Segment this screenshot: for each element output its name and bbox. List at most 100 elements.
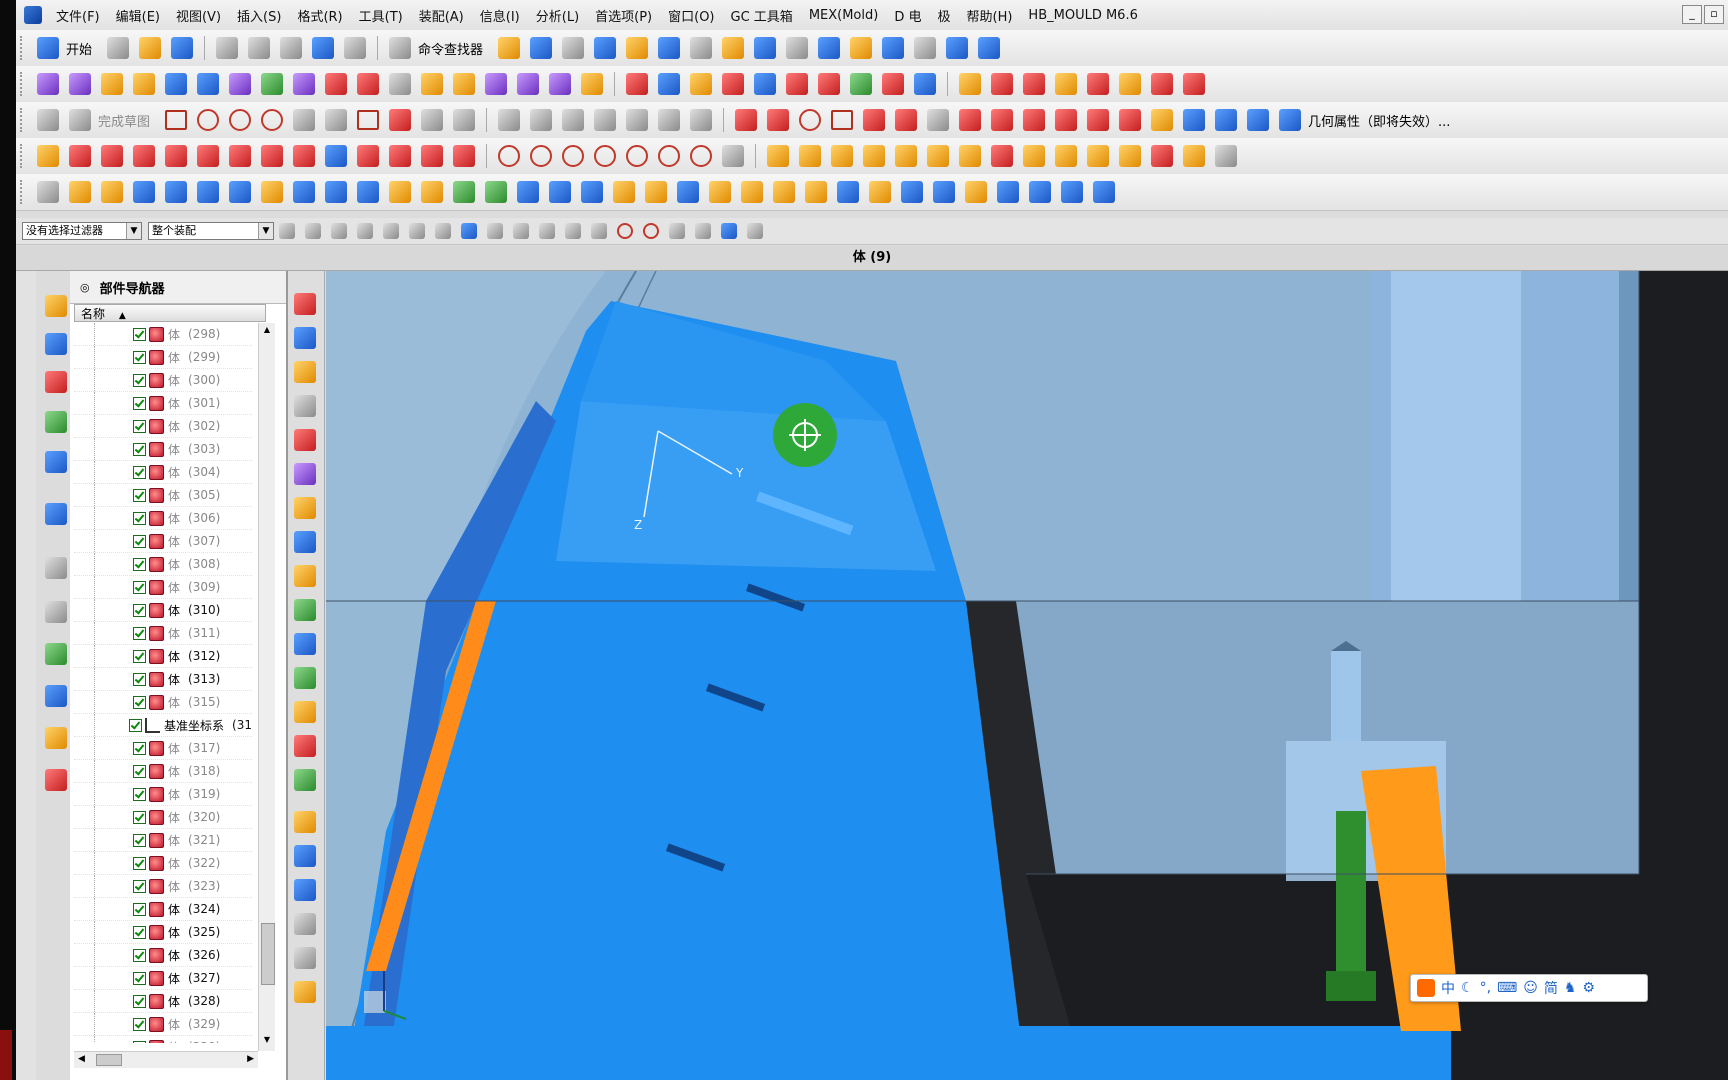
link-icon[interactable] <box>37 145 59 167</box>
ime-toolbar[interactable]: 中 ☾ °, ⌨ ☺ 简 ♞ ⚙ <box>1410 974 1648 1002</box>
component-v-icon[interactable] <box>294 879 316 901</box>
navigator-horizontal-scrollbar[interactable]: ◀ ▶ <box>74 1051 258 1068</box>
tree-row[interactable]: 体 (318) <box>74 760 252 783</box>
folder-v-icon[interactable] <box>294 811 316 833</box>
visibility-checkbox[interactable] <box>133 557 146 571</box>
visibility-checkbox[interactable] <box>133 465 146 479</box>
pocket-v-icon[interactable] <box>294 735 316 757</box>
menu-ji[interactable]: 极 <box>929 6 958 25</box>
bisector-icon[interactable] <box>197 145 219 167</box>
skin-icon[interactable]: ♞ <box>1564 980 1577 996</box>
visibility-checkbox[interactable] <box>133 1017 146 1031</box>
slant-line-icon[interactable] <box>133 145 155 167</box>
assembly-v-icon[interactable] <box>294 845 316 867</box>
toolbar-grip[interactable] <box>20 108 26 132</box>
swept-icon[interactable] <box>453 73 475 95</box>
point-plus-icon[interactable] <box>421 109 444 131</box>
arc-tangent-icon[interactable] <box>389 145 411 167</box>
geometry-props-icon[interactable] <box>1279 109 1302 131</box>
groove-icon[interactable] <box>421 181 443 203</box>
electrode-icon[interactable] <box>69 181 91 203</box>
column-header-name[interactable]: 名称 ▲ <box>74 304 266 322</box>
clipping-icon[interactable] <box>882 37 905 59</box>
sew-icon[interactable] <box>229 73 251 95</box>
tangent-line-icon[interactable] <box>101 145 123 167</box>
ime-chinese-mode[interactable]: 中 <box>1441 978 1455 998</box>
menu-info[interactable]: 信息(I) <box>472 6 528 25</box>
cylinder-icon[interactable] <box>1029 181 1051 203</box>
constraint-navigator-icon[interactable] <box>45 333 67 355</box>
cone-icon[interactable] <box>1061 181 1083 203</box>
curve-edit-icon[interactable] <box>722 145 744 167</box>
hole-icon[interactable] <box>261 181 283 203</box>
snap-line-icon[interactable] <box>539 223 555 239</box>
tree-row[interactable]: 体 (310) <box>74 599 252 622</box>
redo-icon[interactable] <box>344 37 367 59</box>
settings-gear-icon[interactable]: ⚙ <box>1582 980 1595 996</box>
draft-icon[interactable] <box>677 181 699 203</box>
trim-body-icon[interactable] <box>581 181 603 203</box>
tree-row[interactable]: 体 (327) <box>74 967 252 990</box>
scope-dropdown[interactable]: 整个装配 ▼ <box>148 222 274 240</box>
visibility-checkbox[interactable] <box>133 626 146 640</box>
toolbar-grip[interactable] <box>20 72 26 96</box>
assembly-navigator-icon[interactable] <box>45 295 67 317</box>
through-curves-icon[interactable] <box>101 73 123 95</box>
tree-row[interactable]: 体 (308) <box>74 553 252 576</box>
chevron-down-icon[interactable]: ▼ <box>126 223 141 239</box>
optimize-face-icon[interactable] <box>818 73 840 95</box>
rect-corner-icon[interactable] <box>421 145 443 167</box>
tree-row[interactable]: 体 (326) <box>74 944 252 967</box>
tree-row[interactable]: 体 (330) <box>74 1036 252 1043</box>
text-icon[interactable] <box>927 109 950 131</box>
composite-curve-icon[interactable] <box>1119 109 1142 131</box>
tree-row[interactable]: 体 (298) <box>74 323 252 346</box>
chamfer-icon[interactable] <box>325 109 348 131</box>
tree-row[interactable]: 体 (300) <box>74 369 252 392</box>
chevron-down-icon[interactable]: ▼ <box>258 223 273 239</box>
visibility-checkbox[interactable] <box>133 971 146 985</box>
visibility-checkbox[interactable] <box>133 511 146 525</box>
render-style-icon[interactable] <box>786 37 809 59</box>
auto-dimension-icon[interactable] <box>690 109 713 131</box>
curve-bridge-icon[interactable] <box>1055 73 1077 95</box>
select-rule-icon[interactable] <box>331 223 347 239</box>
restore-icon[interactable]: ▫ <box>1704 5 1724 24</box>
ime-logo-icon[interactable] <box>1417 979 1435 997</box>
ruler-v-icon[interactable] <box>294 981 316 1003</box>
navigator-vertical-scrollbar[interactable]: ▲ ▼ <box>258 323 275 1051</box>
offset-curve-icon[interactable] <box>594 109 617 131</box>
tree-row[interactable]: 体 (309) <box>74 576 252 599</box>
fit-view-icon[interactable] <box>754 37 777 59</box>
csys-icon[interactable] <box>626 37 649 59</box>
ejector-pin-icon[interactable] <box>1055 145 1077 167</box>
visibility-checkbox[interactable] <box>133 396 146 410</box>
snap-grid-icon[interactable] <box>747 223 763 239</box>
polygon-icon[interactable] <box>389 109 412 131</box>
system-scenes-icon[interactable] <box>45 769 67 791</box>
stack-v-icon[interactable] <box>294 565 316 587</box>
tree-row[interactable]: 体 (311) <box>74 622 252 645</box>
tree-row[interactable]: 体 (322) <box>74 852 252 875</box>
visibility-checkbox[interactable] <box>133 879 146 893</box>
snap-mid-icon[interactable] <box>513 223 529 239</box>
profile-icon[interactable] <box>165 110 188 130</box>
corner-arc-icon[interactable] <box>453 145 475 167</box>
select-edge-icon[interactable] <box>383 223 399 239</box>
graphics-window[interactable]: Y Z <box>326 271 1728 1080</box>
studio-spline-icon[interactable] <box>453 109 476 131</box>
curve-length-icon[interactable] <box>1119 73 1141 95</box>
tree-row[interactable]: 体 (299) <box>74 346 252 369</box>
make-corner-icon[interactable] <box>562 109 585 131</box>
menu-electrode[interactable]: D 电 <box>886 6 929 25</box>
layer-v-icon[interactable] <box>294 531 316 553</box>
geometry-props-button[interactable]: 几何属性（即将失效）... <box>1308 111 1450 130</box>
visibility-checkbox[interactable] <box>133 373 146 387</box>
workpiece-icon[interactable] <box>863 145 885 167</box>
insert-v-icon[interactable] <box>294 667 316 689</box>
tree-row[interactable]: 体 (325) <box>74 921 252 944</box>
scroll-thumb[interactable] <box>261 923 275 985</box>
cooling-icon[interactable] <box>1215 145 1237 167</box>
datum-axis-icon[interactable] <box>1215 109 1238 131</box>
cylinder-tool-icon[interactable] <box>165 181 187 203</box>
